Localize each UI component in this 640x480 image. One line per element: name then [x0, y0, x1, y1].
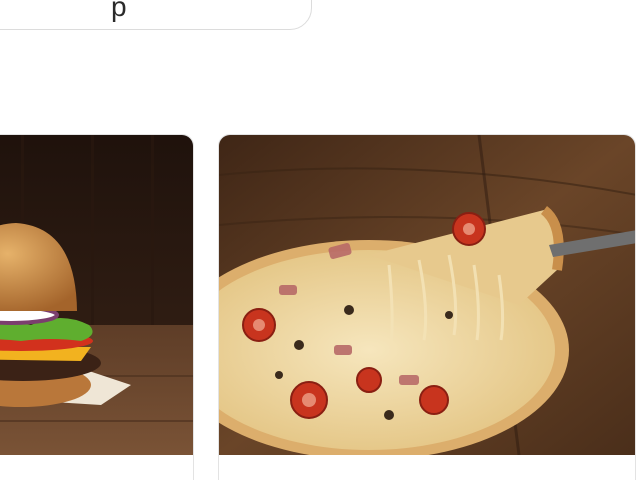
- food-card-pizza[interactable]: [218, 134, 636, 480]
- card-body: [219, 455, 635, 480]
- search-bar[interactable]: p: [0, 0, 312, 30]
- food-listing-view: p: [0, 0, 640, 480]
- burger-photo: [0, 135, 193, 455]
- card-body: [0, 455, 193, 480]
- search-query-text: p: [111, 0, 127, 22]
- food-card-burger[interactable]: [0, 134, 194, 480]
- pizza-photo: [219, 135, 635, 455]
